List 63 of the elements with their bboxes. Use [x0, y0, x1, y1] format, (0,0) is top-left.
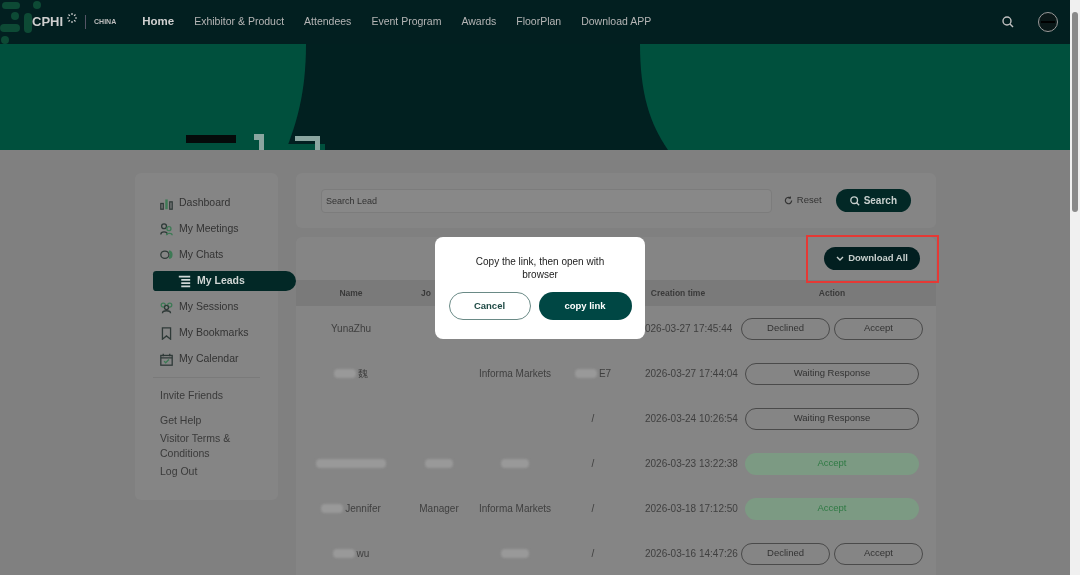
- copy-link-button[interactable]: copy link: [538, 292, 632, 320]
- refresh-icon: [783, 196, 793, 205]
- reset-button[interactable]: Reset: [783, 193, 822, 208]
- download-button[interactable]: Download All: [824, 247, 920, 270]
- dialog-message: Copy the link, then open with browser: [474, 255, 606, 281]
- chevron-down-icon: [836, 255, 845, 262]
- table-cell-text: 2026-03-18 17:12:50: [645, 502, 738, 516]
- table-cell-text: 026-03-27 17:45:44: [645, 322, 733, 336]
- column-header: Action: [818, 286, 846, 300]
- table-cell-text: 2026-03-27 17:44:04: [645, 367, 738, 381]
- group-icon: [160, 300, 173, 314]
- sidebar-link[interactable]: Log Out: [160, 464, 250, 479]
- search-button[interactable]: Search: [835, 189, 911, 212]
- sidebar-item[interactable]: My Leads: [153, 271, 296, 291]
- table-cell-text: /: [591, 412, 595, 426]
- accepted-status: Accept: [745, 497, 919, 520]
- table-cell-text: /: [591, 547, 595, 561]
- sidebar-item[interactable]: Dashboard: [135, 193, 278, 213]
- avatar[interactable]: [1038, 12, 1058, 32]
- table-cell-text: Informa Markets: [478, 502, 552, 516]
- nav-link[interactable]: Awards: [461, 14, 497, 30]
- table-cell-text: 2026-03-16 14:47:26: [645, 547, 738, 561]
- table-cell-text: YunaZhu: [330, 322, 371, 336]
- table-cell-text: Informa Markets: [478, 367, 552, 381]
- table-cell-text: Jennifer: [345, 502, 381, 516]
- search-icon: [849, 195, 860, 206]
- bar-chart-icon: [160, 196, 173, 210]
- sparkle-icon: [67, 13, 78, 23]
- nav-link[interactable]: FloorPlan: [516, 14, 562, 30]
- sidebar-item[interactable]: My Chats: [135, 245, 278, 265]
- nav-link[interactable]: Exhibitor & Product: [194, 14, 285, 30]
- table-cell-text: 2026-03-23 13:22:38: [645, 457, 738, 471]
- search-icon[interactable]: [1002, 16, 1014, 28]
- column-header: Creation time: [650, 286, 706, 300]
- nav-link[interactable]: Event Program: [371, 14, 442, 30]
- scrollbar[interactable]: [1070, 0, 1080, 575]
- chat-icon: [160, 248, 173, 262]
- table-cell-text: E7: [598, 367, 612, 381]
- table-cell-text: 魏: [358, 367, 368, 381]
- column-header: Jo: [421, 286, 431, 300]
- column-header: Name: [339, 286, 363, 300]
- sidebar-link[interactable]: Invite Friends: [160, 388, 250, 403]
- table-cell-text: 2026-03-24 10:26:54: [645, 412, 738, 426]
- calendar-icon: [160, 352, 173, 366]
- nav-link[interactable]: Attendees: [304, 14, 352, 30]
- sidebar-item[interactable]: My Bookmarks: [135, 323, 278, 343]
- table-cell-text: /: [591, 502, 595, 516]
- table-cell-text: /: [591, 457, 595, 471]
- bookmark-icon: [160, 326, 173, 340]
- people-icon: [160, 222, 173, 236]
- sidebar-link[interactable]: Get Help: [160, 413, 250, 428]
- accepted-status: Accept: [745, 452, 919, 475]
- sidebar-item[interactable]: My Meetings: [135, 219, 278, 239]
- table-cell-text: Manager: [419, 502, 459, 516]
- sidebar-link[interactable]: Visitor Terms & Conditions: [160, 431, 250, 461]
- search-field[interactable]: Search Lead: [321, 188, 772, 213]
- list-icon: [178, 274, 191, 288]
- nav-link[interactable]: Home: [142, 13, 175, 31]
- nav-link[interactable]: Download APP: [581, 14, 652, 30]
- logo-text: CPHI: [32, 13, 64, 32]
- table-cell-text: wu: [356, 547, 370, 561]
- sidebar-item[interactable]: My Sessions: [135, 297, 278, 317]
- sidebar-item[interactable]: My Calendar: [135, 349, 278, 369]
